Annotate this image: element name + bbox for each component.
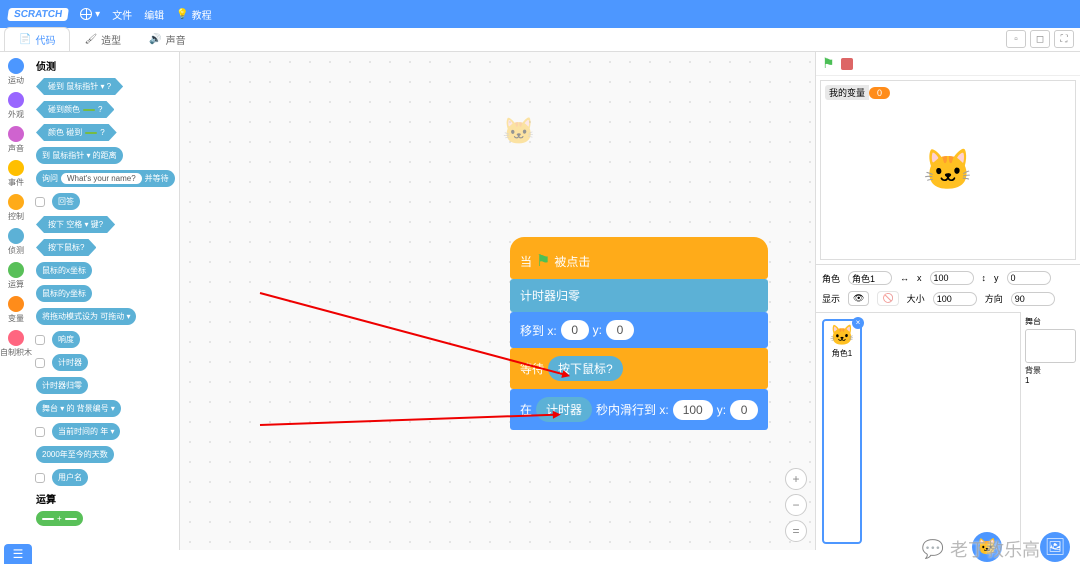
hat-when-flag[interactable]: 当 ⚑ 被点击 bbox=[510, 237, 768, 279]
block-distance[interactable]: 到 鼠标指针 ▾ 的距离 bbox=[36, 147, 123, 164]
cat-motion[interactable]: 运动 bbox=[8, 58, 24, 86]
fullscreen-button[interactable]: ⛶ bbox=[1054, 30, 1074, 48]
sprite-watermark-icon: 🐱 bbox=[503, 116, 535, 147]
cat-sensing[interactable]: 侦测 bbox=[8, 228, 24, 256]
zoom-in-button[interactable]: + bbox=[785, 468, 807, 490]
block-timer[interactable]: 计时器 bbox=[52, 354, 88, 371]
block-touching-color[interactable]: 碰到颜色 ? bbox=[36, 101, 114, 118]
block-mousex[interactable]: 鼠标的x坐标 bbox=[36, 262, 92, 279]
script-canvas[interactable]: 🐱 当 ⚑ 被点击 计时器归零 移到 x:0y:0 等待按下鼠标? 在计时器秒内… bbox=[180, 52, 815, 550]
block-color-touching[interactable]: 颜色 碰到 ? bbox=[36, 124, 117, 141]
palette-title: 侦测 bbox=[32, 56, 179, 75]
checkbox-answer[interactable] bbox=[35, 197, 45, 207]
sprite-y-input[interactable] bbox=[1007, 271, 1051, 285]
stage-preview[interactable]: 我的变量0 🐱 bbox=[820, 80, 1076, 260]
sprite-dir-input[interactable] bbox=[1011, 292, 1055, 306]
tab-sound[interactable]: 🔊 声音 bbox=[135, 28, 199, 51]
checkbox-current[interactable] bbox=[35, 427, 45, 437]
stage-thumb-title: 舞台 bbox=[1025, 316, 1076, 327]
sprite-name-input[interactable] bbox=[848, 271, 892, 285]
block-answer[interactable]: 回答 bbox=[52, 193, 80, 210]
cat-myblocks[interactable]: 自制积木 bbox=[0, 330, 32, 358]
block-reset-timer-stack[interactable]: 计时器归零 bbox=[510, 279, 768, 312]
block-goto-stack[interactable]: 移到 x:0y:0 bbox=[510, 312, 768, 348]
block-dragmode[interactable]: 将拖动模式设为 可拖动 ▾ bbox=[36, 308, 136, 325]
show-button[interactable]: 👁 bbox=[848, 291, 869, 306]
block-keypressed[interactable]: 按下 空格 ▾ 键? bbox=[36, 216, 115, 233]
block-reset-timer[interactable]: 计时器归零 bbox=[36, 377, 88, 394]
add-backdrop-button[interactable]: 🖼 bbox=[1040, 532, 1070, 562]
block-of[interactable]: 舞台 ▾ 的 背景编号 ▾ bbox=[36, 400, 121, 417]
checkbox-username[interactable] bbox=[35, 473, 45, 483]
cat-sprite-icon: 🐱 bbox=[923, 147, 973, 194]
checkbox-timer[interactable] bbox=[35, 358, 45, 368]
block-mousedown[interactable]: 按下鼠标? bbox=[36, 239, 96, 256]
stage-thumb-panel: 舞台 背景 1 bbox=[1020, 312, 1080, 550]
block-ask[interactable]: 询问What's your name?并等待 bbox=[36, 170, 175, 187]
scratch-logo: SCRATCH bbox=[7, 8, 69, 21]
sprite-x-input[interactable] bbox=[930, 271, 974, 285]
stage-small-button[interactable]: ▫ bbox=[1006, 30, 1026, 48]
block-days2000[interactable]: 2000年至今的天数 bbox=[36, 446, 114, 463]
delete-sprite-icon[interactable]: × bbox=[852, 317, 864, 329]
tab-code[interactable]: 📄 代码 bbox=[4, 27, 70, 51]
sprite-size-input[interactable] bbox=[933, 292, 977, 306]
cat-operators[interactable]: 运算 bbox=[8, 262, 24, 290]
stop-button[interactable] bbox=[841, 58, 853, 70]
cat-looks[interactable]: 外观 bbox=[8, 92, 24, 120]
cat-events[interactable]: 事件 bbox=[8, 160, 24, 188]
operators-title: 运算 bbox=[32, 489, 179, 508]
block-username[interactable]: 用户名 bbox=[52, 469, 88, 486]
sprite-name-label: 角色 bbox=[822, 272, 840, 285]
sprite-card[interactable]: × 🐱 角色1 bbox=[822, 319, 862, 544]
variable-monitor: 我的变量0 bbox=[825, 85, 890, 100]
cat-control[interactable]: 控制 bbox=[8, 194, 24, 222]
green-flag-button[interactable]: ⚑ bbox=[822, 55, 835, 72]
block-loudness[interactable]: 响度 bbox=[52, 331, 80, 348]
zoom-out-button[interactable]: − bbox=[785, 494, 807, 516]
language-menu[interactable]: ▾ bbox=[80, 8, 100, 20]
sprite-list: × 🐱 角色1 bbox=[816, 312, 1020, 550]
block-stack[interactable]: 当 ⚑ 被点击 计时器归零 移到 x:0y:0 等待按下鼠标? 在计时器秒内滑行… bbox=[510, 237, 768, 430]
block-palette: 侦测 碰到 鼠标指针 ▾ ? 碰到颜色 ? 颜色 碰到 ? 到 鼠标指针 ▾ 的… bbox=[32, 52, 179, 550]
checkbox-loudness[interactable] bbox=[35, 335, 45, 345]
watermark: 💬老丁教乐高 bbox=[922, 536, 1040, 562]
backpack-button[interactable]: ☰ bbox=[4, 544, 32, 564]
zoom-controls: + − = bbox=[785, 468, 807, 542]
bulb-icon: 💡 bbox=[176, 9, 188, 20]
block-add[interactable]: + bbox=[36, 511, 83, 526]
cat-variables[interactable]: 变量 bbox=[8, 296, 24, 324]
stage-controls: ⚑ bbox=[816, 52, 1080, 76]
flag-icon: ⚑ bbox=[536, 251, 550, 271]
block-touching[interactable]: 碰到 鼠标指针 ▾ ? bbox=[36, 78, 123, 95]
menu-edit[interactable]: 编辑 bbox=[144, 7, 164, 22]
slot-mousedown[interactable]: 按下鼠标? bbox=[548, 356, 623, 381]
stage-large-button[interactable]: ◻ bbox=[1030, 30, 1050, 48]
stage-size-controls: ▫ ◻ ⛶ bbox=[1006, 30, 1074, 48]
hide-button[interactable]: 🚫 bbox=[877, 291, 898, 306]
zoom-reset-button[interactable]: = bbox=[785, 520, 807, 542]
sprite-info-panel: 角色 ↔x ↕y 显示 👁 🚫 大小 方向 bbox=[816, 264, 1080, 312]
menu-tutorial[interactable]: 💡教程 bbox=[176, 7, 211, 22]
globe-icon bbox=[80, 8, 92, 20]
menu-file[interactable]: 文件 bbox=[112, 7, 132, 22]
editor-tabs: 📄 代码 🖌 造型 🔊 声音 bbox=[0, 28, 1080, 52]
category-column: 运动 外观 声音 事件 控制 侦测 运算 变量 自制积木 bbox=[0, 52, 32, 550]
cat-sound[interactable]: 声音 bbox=[8, 126, 24, 154]
menubar: SCRATCH ▾ 文件 编辑 💡教程 bbox=[0, 0, 1080, 28]
stage-thumb[interactable] bbox=[1025, 329, 1076, 363]
block-mousey[interactable]: 鼠标的y坐标 bbox=[36, 285, 92, 302]
block-current[interactable]: 当前时间的 年 ▾ bbox=[52, 423, 120, 440]
tab-costume[interactable]: 🖌 造型 bbox=[70, 28, 135, 51]
block-glide-stack[interactable]: 在计时器秒内滑行到 x:100y:0 bbox=[510, 389, 768, 430]
